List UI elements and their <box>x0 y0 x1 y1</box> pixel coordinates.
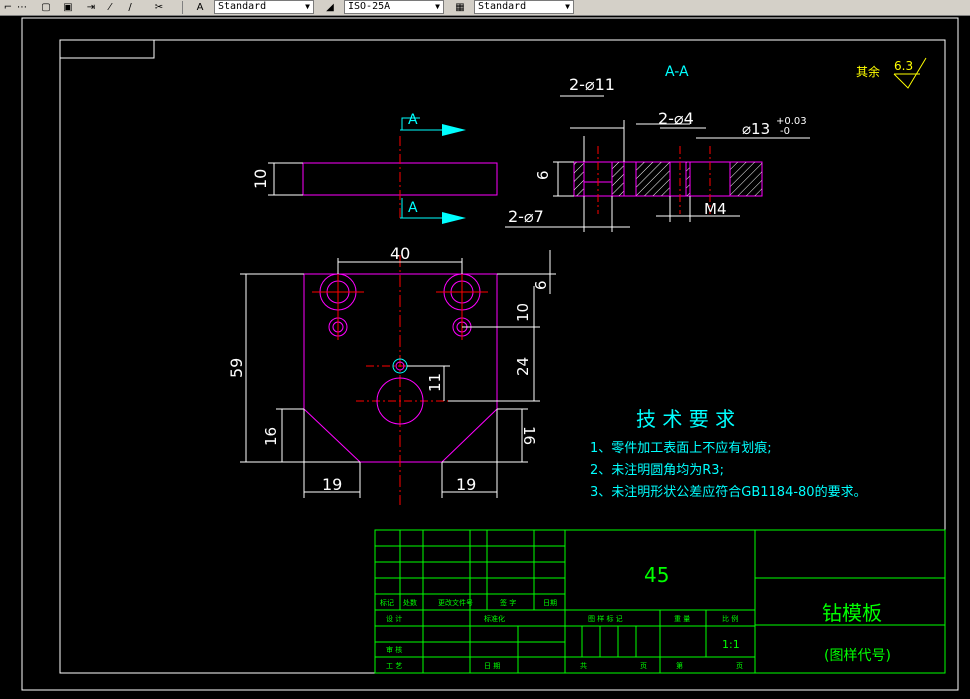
label-review: 审 核 <box>386 645 402 654</box>
label-page: 页 <box>736 662 743 670</box>
dim-m4: M4 <box>704 200 727 218</box>
drawing-code: (图样代号) <box>824 648 891 664</box>
label-sheet: 页 <box>640 662 647 670</box>
label-total: 共 <box>580 661 587 670</box>
dim-style-select[interactable]: ISO-25A ▼ <box>344 0 444 14</box>
drawing-number-box <box>60 40 155 59</box>
dim-style-icon[interactable]: ◢ <box>322 1 338 14</box>
outer-border <box>21 17 959 691</box>
table-style-icon[interactable]: ▦ <box>452 1 468 14</box>
label-count: 处数 <box>403 598 417 607</box>
snap-icon[interactable]: ⌐ <box>2 1 14 14</box>
chevron-down-icon: ▼ <box>565 2 570 11</box>
tech-title: 技 术 要 求 <box>636 407 735 431</box>
dim-16-left: 16 <box>262 427 280 446</box>
section-view: A-A 6 2-⌀11 2-⌀4 ⌀13 +0.03 -0 2-⌀7 M4 <box>505 64 810 232</box>
dim-section-thickness: 6 <box>534 170 552 180</box>
text-style-icon[interactable]: A <box>192 1 208 14</box>
window-icon[interactable]: ▣ <box>62 1 74 14</box>
roughness-other-label: 其余 <box>856 64 880 79</box>
label-date: 日期 <box>543 599 557 607</box>
toolbar-separator <box>182 1 183 14</box>
section-label: A-A <box>665 64 689 80</box>
pen-icon[interactable]: / <box>124 1 136 14</box>
tech-item-1: 1、零件加工表面上不应有划痕; <box>590 440 772 456</box>
dim-2x11: 2-⌀11 <box>569 75 615 94</box>
label-stage-mark: 图 样 标 记 <box>588 614 623 623</box>
label-weight: 重 量 <box>674 615 690 623</box>
settings-icon[interactable]: ✂ <box>152 1 166 14</box>
dim-width-40: 40 <box>390 244 410 263</box>
label-nth: 第 <box>676 661 683 670</box>
tech-requirements: 技 术 要 求 1、零件加工表面上不应有划痕; 2、未注明圆角均为R3; 3、未… <box>590 407 867 500</box>
dim-19-right: 19 <box>456 475 476 494</box>
title-block-text: 45 钻模板 (图样代号) 1:1 标记 处数 更改文件号 签 字 日期 设 计… <box>380 563 891 670</box>
dim-11: 11 <box>426 373 444 392</box>
dim-19-left: 19 <box>322 475 342 494</box>
table-style-select[interactable]: Standard ▼ <box>474 0 574 14</box>
text-style-select[interactable]: Standard ▼ <box>214 0 314 14</box>
cut-label-bottom: A <box>408 200 418 216</box>
label-process: 工 艺 <box>386 662 402 670</box>
part-name: 钻模板 <box>822 601 882 625</box>
table-style-value: Standard <box>478 1 527 12</box>
dim-13: ⌀13 <box>742 120 770 138</box>
dim-10: 10 <box>514 303 532 322</box>
cut-label-top: A <box>408 112 418 128</box>
chevron-down-icon: ▼ <box>435 2 440 11</box>
roughness-value: 6.3 <box>894 59 913 73</box>
chevron-down-icon: ▼ <box>305 2 310 11</box>
material-value: 45 <box>644 563 669 587</box>
dim-2x4: 2-⌀4 <box>658 109 694 128</box>
dim-style-value: ISO-25A <box>348 1 391 12</box>
label-date2: 日 期 <box>484 662 500 670</box>
dim-6: 6 <box>532 280 550 290</box>
label-mark: 标记 <box>380 598 394 607</box>
text-style-value: Standard <box>218 1 267 12</box>
tech-item-2: 2、未注明圆角均为R3; <box>590 463 724 478</box>
label-sign: 签 字 <box>500 598 516 607</box>
dim-24: 24 <box>514 357 532 376</box>
front-view: 40 59 6 10 24 11 16 16 19 19 <box>227 244 556 505</box>
polyline-icon[interactable]: ⋯ <box>16 1 28 14</box>
drawing-canvas[interactable]: A A 10 A-A 6 2-⌀11 2-⌀4 ⌀13 +0.03 -0 2-⌀… <box>0 16 970 699</box>
label-standardize: 标准化 <box>484 614 505 623</box>
label-design: 设 计 <box>386 614 402 623</box>
dim-13-tol-lower: -0 <box>780 126 790 137</box>
roughness-symbol: 其余 6.3 <box>856 57 927 89</box>
dim-side-thickness: 10 <box>251 169 270 189</box>
label-scale: 比 例 <box>722 614 738 623</box>
dim-2x7: 2-⌀7 <box>508 207 544 226</box>
side-view: A A 10 <box>251 112 498 224</box>
scale-value: 1:1 <box>722 638 740 651</box>
label-change-doc: 更改文件号 <box>438 598 473 607</box>
tech-item-3: 3、未注明形状公差应符合GB1184-80的要求。 <box>590 484 867 500</box>
dim-16-right: 16 <box>520 426 538 445</box>
edit-icon[interactable]: ⁄ <box>104 1 116 14</box>
page-icon[interactable]: ▢ <box>40 1 52 14</box>
dim-59: 59 <box>227 358 246 378</box>
align-icon[interactable]: ⇥ <box>84 1 98 14</box>
toolbar: ⌐ ⋯ ▢ ▣ ⇥ ⁄ / ✂ A Standard ▼ ◢ ISO-25A ▼… <box>0 0 970 16</box>
